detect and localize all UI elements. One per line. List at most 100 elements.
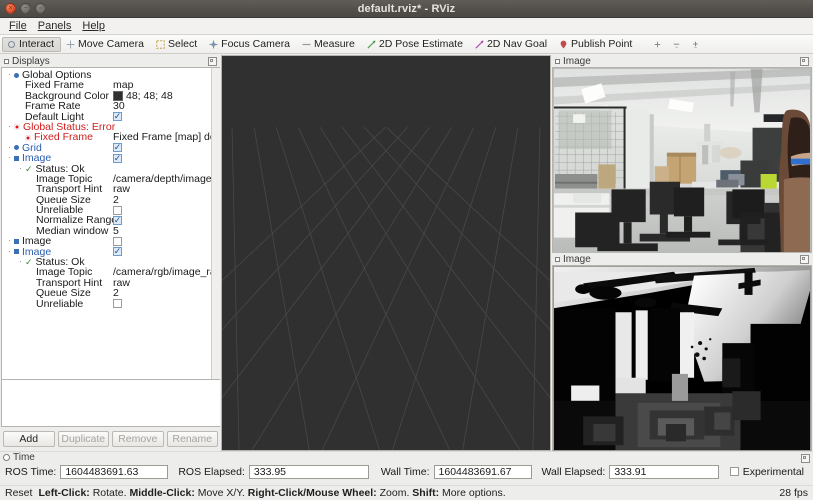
depth-image-content: [553, 266, 811, 451]
expander-icon[interactable]: ·: [5, 153, 14, 163]
tree-checkbox[interactable]: ✓: [113, 247, 122, 257]
reset-button[interactable]: Reset: [5, 487, 32, 499]
tree-checkbox[interactable]: [113, 236, 122, 246]
rgb-image-content: [553, 68, 811, 253]
nav-goal-icon: [475, 39, 484, 49]
remove-tool-icon: [672, 40, 681, 49]
tree-checkbox[interactable]: ✓: [113, 143, 122, 153]
tree-checkbox[interactable]: ✓: [113, 112, 122, 122]
wall-time-field[interactable]: 1604483691.67: [433, 464, 532, 479]
tool-2d-pose-estimate[interactable]: 2D Pose Estimate: [362, 37, 470, 52]
tree-checkbox[interactable]: ✓: [113, 153, 122, 163]
tree-row-value[interactable]: [113, 299, 122, 309]
hint-part: More options.: [439, 487, 506, 499]
tool-properties-button[interactable]: [686, 37, 705, 52]
panel-grip-icon: [555, 58, 560, 64]
time-float-button[interactable]: [801, 454, 810, 463]
tool-measure[interactable]: Measure: [297, 37, 362, 52]
tree-row-value[interactable]: 30: [113, 100, 125, 113]
menu-panels[interactable]: Panels: [33, 19, 78, 33]
tree-row-value[interactable]: Fixed Frame [map] does n...: [113, 132, 211, 143]
tree-row[interactable]: · Image ✓: [2, 153, 211, 164]
image-depth-float-button[interactable]: [800, 255, 809, 264]
tree-row[interactable]: Transport Hint raw: [2, 277, 211, 288]
display-properties-box[interactable]: [1, 380, 220, 427]
displays-scrollbar[interactable]: [211, 68, 220, 379]
wall-elapsed-field[interactable]: 333.91: [609, 464, 720, 479]
tree-row-value[interactable]: ✓: [113, 143, 122, 153]
add-button[interactable]: Add: [3, 431, 55, 447]
expander-icon[interactable]: ·: [5, 70, 14, 80]
expander-icon[interactable]: ·: [5, 236, 14, 246]
menu-file[interactable]: File: [4, 19, 33, 33]
image-dock-column: Image Image: [552, 55, 812, 451]
expander-icon[interactable]: ·: [5, 247, 14, 257]
ros-time-field[interactable]: 1604483691.63: [60, 464, 169, 479]
duplicate-button[interactable]: Duplicate: [57, 431, 109, 447]
tool-select[interactable]: Select: [151, 37, 204, 52]
tree-row[interactable]: Queue Size 2: [2, 288, 211, 299]
tool-2d-nav-goal[interactable]: 2D Nav Goal: [470, 37, 554, 52]
tool-focus-camera[interactable]: Focus Camera: [204, 37, 297, 52]
displays-tree-container[interactable]: · Global Options Fixed Frame map Background …: [1, 67, 220, 380]
image-rgb-float-button[interactable]: [800, 57, 809, 66]
tree-row-value[interactable]: [113, 236, 122, 246]
menu-help[interactable]: Help: [77, 19, 111, 33]
ros-elapsed-field[interactable]: 333.95: [248, 464, 369, 479]
time-panel-titlebar: Time: [0, 452, 813, 463]
remove-tool-button[interactable]: [667, 37, 686, 52]
display-dot-icon: [14, 145, 19, 151]
maximize-window-button[interactable]: ▫: [35, 3, 46, 14]
tree-row-value[interactable]: 5: [113, 225, 119, 236]
tool-focus-camera-label: Focus Camera: [221, 38, 291, 50]
hint-part: Right-Click/Mouse Wheel:: [247, 487, 377, 499]
tree-checkbox[interactable]: [113, 205, 122, 215]
expander-icon[interactable]: ·: [5, 122, 14, 132]
value-text: 30: [113, 100, 125, 113]
tree-row[interactable]: Image Topic/camera/rgb/image_raw: [2, 267, 211, 278]
tree-row[interactable]: Transport Hint raw: [2, 184, 211, 195]
depth-camera-view[interactable]: [552, 265, 812, 451]
tree-row-value[interactable]: ✓: [113, 112, 122, 122]
close-window-button[interactable]: ×: [5, 3, 16, 14]
experimental-toggle[interactable]: Experimental: [729, 466, 810, 478]
menu-help-label: Help: [82, 20, 105, 32]
tree-row-value[interactable]: [113, 205, 122, 215]
tree-row-value[interactable]: ✓: [113, 153, 122, 163]
tree-row[interactable]: · Image ✓: [2, 246, 211, 257]
displays-float-button[interactable]: [208, 57, 217, 66]
tool-publish-point[interactable]: Publish Point: [554, 37, 639, 52]
tree-checkbox[interactable]: ✓: [113, 216, 122, 226]
publish-point-icon: [559, 40, 568, 49]
tree-row[interactable]: Frame Rate 30: [2, 100, 211, 113]
minimize-window-button[interactable]: −: [20, 3, 31, 14]
rgb-camera-view[interactable]: [552, 67, 812, 253]
ok-check-icon: ✓: [25, 163, 33, 174]
remove-button[interactable]: Remove: [112, 431, 164, 447]
tree-checkbox[interactable]: [113, 299, 122, 309]
tree-row[interactable]: Queue Size 2: [2, 194, 211, 205]
expander-icon[interactable]: ·: [5, 143, 14, 153]
tree-row[interactable]: Unreliable: [2, 298, 211, 309]
tree-row-value[interactable]: 2: [113, 194, 119, 205]
tool-move-camera[interactable]: Move Camera: [61, 37, 151, 52]
render-viewport-3d[interactable]: [221, 55, 551, 451]
add-tool-icon: [653, 40, 662, 49]
image-depth-titlebar: Image: [552, 253, 812, 265]
tool-interact[interactable]: Interact: [2, 36, 62, 52]
displays-tree[interactable]: · Global Options Fixed Frame map Background …: [2, 68, 211, 379]
window-resize-grip[interactable]: [802, 489, 812, 499]
expander-icon[interactable]: ·: [16, 164, 25, 174]
add-tool-button[interactable]: [648, 37, 667, 52]
experimental-checkbox[interactable]: [729, 467, 739, 476]
ros-time-label: ROS Time:: [5, 465, 57, 478]
tree-row-value[interactable]: ✓: [113, 216, 122, 226]
rename-button[interactable]: Rename: [166, 431, 218, 447]
tree-row-value[interactable]: ✓: [113, 247, 122, 257]
displays-button-row: Add Duplicate Remove Rename: [1, 427, 220, 451]
wall-time-label: Wall Time:: [380, 465, 430, 478]
tree-row-value[interactable]: 2: [113, 288, 119, 299]
expander-icon[interactable]: ·: [16, 257, 25, 267]
tree-row[interactable]: Image Topic/camera/depth/image: [2, 173, 211, 184]
window-buttons: × − ▫: [0, 3, 46, 14]
